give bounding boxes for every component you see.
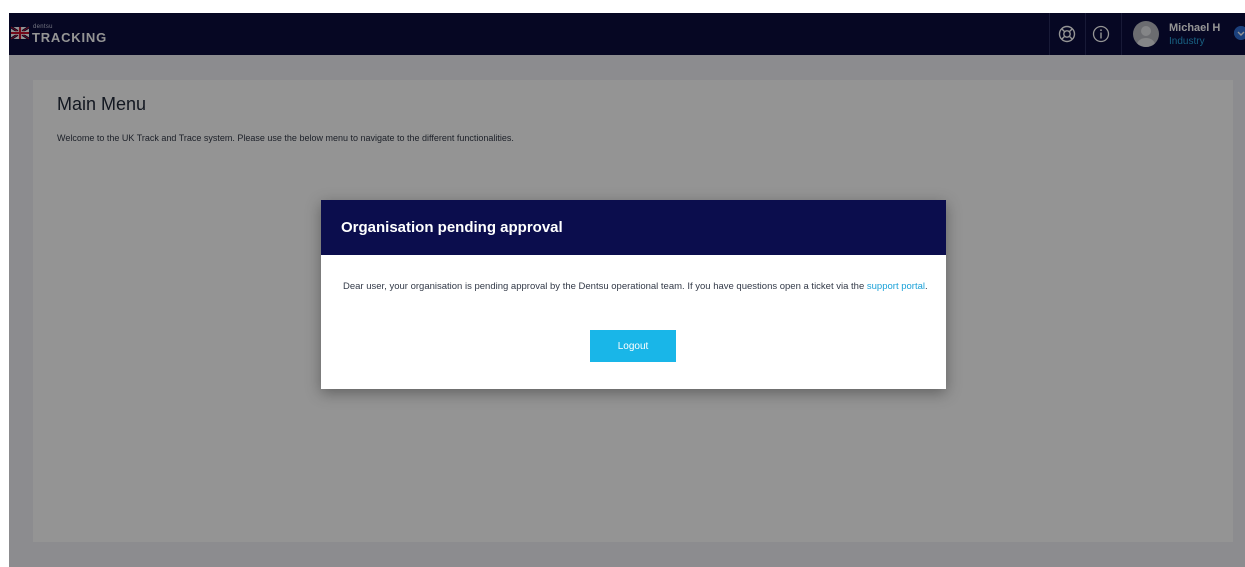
dialog-title: Organisation pending approval (341, 219, 563, 236)
dialog-message-end: . (924, 281, 928, 292)
pending-approval-dialog: Organisation pending approval Dear user,… (321, 200, 946, 389)
support-portal-link[interactable]: support portal (867, 281, 925, 292)
logout-button[interactable]: Logout (590, 330, 676, 362)
dialog-header: Organisation pending approval (321, 200, 946, 255)
app-window: dentsu TRACKING Michael H Industry Main … (9, 13, 1245, 567)
dialog-message: Dear user, your organisation is pending … (343, 279, 928, 294)
dialog-message-text: Dear user, your organisation is pending … (343, 281, 867, 292)
